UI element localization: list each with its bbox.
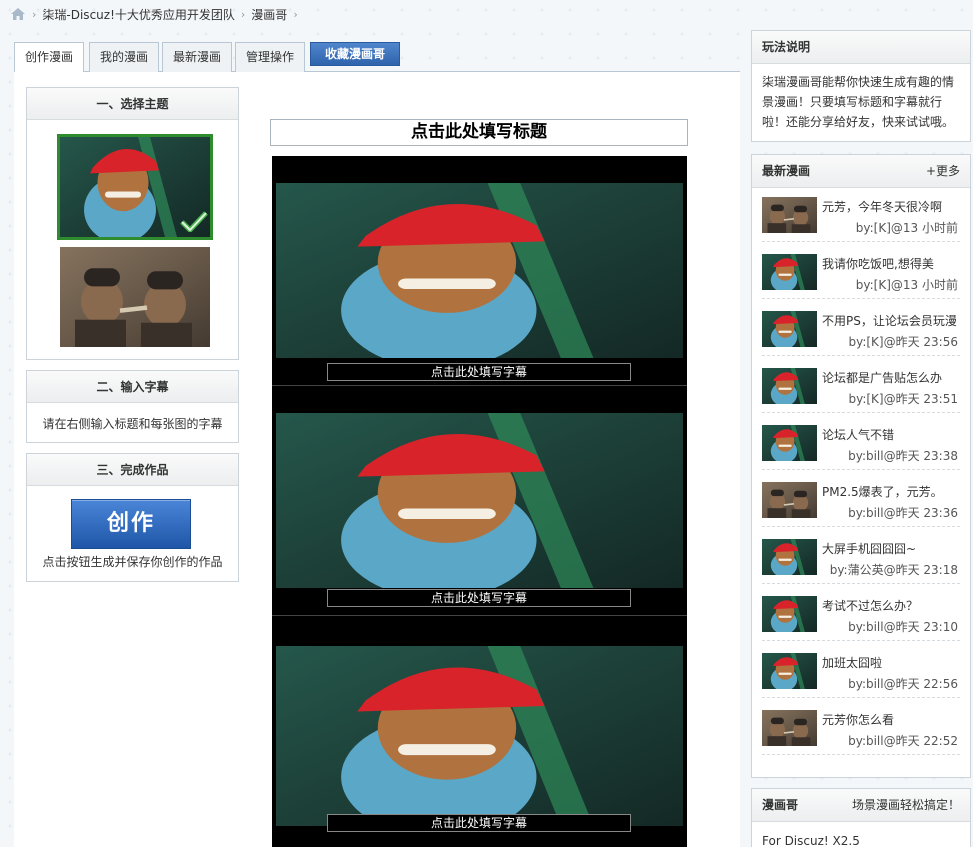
comic-thumbnail[interactable] xyxy=(762,425,817,461)
comic-title-link[interactable]: 元芳，今年冬天很冷啊 xyxy=(822,198,942,215)
tab-bar: 创作漫画 我的漫画 最新漫画 管理操作 收藏漫画哥 xyxy=(14,40,740,73)
list-item[interactable]: 元芳，今年冬天很冷啊 by:[K]@13 小时前 xyxy=(762,192,960,242)
favorite-button[interactable]: 收藏漫画哥 xyxy=(310,42,401,66)
comic-meta: by:[K]@13 小时前 xyxy=(855,278,958,292)
breadcrumb-link-team[interactable]: 柒瑞-Discuz!十大优秀应用开发团队 xyxy=(42,6,234,23)
comic-meta: by:[K]@13 小时前 xyxy=(855,221,958,235)
chevron-right-icon: › xyxy=(240,7,246,21)
about-panel: 漫画哥 场景漫画轻松搞定！ For Discuz! X2.5 xyxy=(751,788,971,847)
panel-title-text: 最新漫画 xyxy=(762,164,811,178)
comic-image xyxy=(276,183,683,358)
subtitle-input-2[interactable]: 点击此处填写字幕 xyxy=(327,589,631,607)
content-panel: 一、选择主题 二、输入字幕 请在右侧输入标题和每张图的字幕 三、完成作品 创作 … xyxy=(14,72,740,847)
home-icon[interactable] xyxy=(10,7,26,21)
list-item[interactable]: 考试不过怎么办？ by:bill@昨天 23:10 xyxy=(762,591,960,641)
step-title: 三、完成作品 xyxy=(27,454,238,486)
comic-meta: by:bill@昨天 23:10 xyxy=(848,620,958,634)
comic-meta: by:bill@昨天 23:38 xyxy=(848,449,958,463)
list-item[interactable]: 元芳你怎么看 by:bill@昨天 22:52 xyxy=(762,705,960,755)
comic-title-link[interactable]: 我请你吃饭吧,想得美 xyxy=(822,255,934,272)
comic-title-link[interactable]: 加班太囧啦 xyxy=(822,654,882,671)
panel-title: 漫画哥 场景漫画轻松搞定！ xyxy=(752,789,970,822)
comic-thumbnail[interactable] xyxy=(762,197,817,233)
comic-thumbnail[interactable] xyxy=(762,653,817,689)
comic-title-link[interactable]: 大屏手机囧囧囧~ xyxy=(822,540,916,557)
comic-image xyxy=(276,646,683,826)
comic-thumbnail[interactable] xyxy=(762,368,817,404)
step-title: 一、选择主题 xyxy=(27,88,238,120)
comic-frame-3: 点击此处填写字幕 xyxy=(272,616,687,847)
list-item[interactable]: 论坛都是广告贴怎么办 by:[K]@昨天 23:51 xyxy=(762,363,960,413)
panel-title-text: 漫画哥 xyxy=(762,798,799,812)
step-finish: 三、完成作品 创作 点击按钮生成并保存你创作的作品 xyxy=(26,453,239,582)
theme-image xyxy=(60,247,210,347)
rules-text: 柒瑞漫画哥能帮你快速生成有趣的情景漫画！只要填写标题和字幕就行啦！还能分享给好友… xyxy=(762,75,955,129)
comic-meta: by:bill@昨天 23:36 xyxy=(848,506,958,520)
step-title: 二、输入字幕 xyxy=(27,371,238,403)
breadcrumb-link-app[interactable]: 漫画哥 xyxy=(251,6,287,23)
comic-title-link[interactable]: 元芳你怎么看 xyxy=(822,711,894,728)
comic-thumbnail[interactable] xyxy=(762,710,817,746)
list-item[interactable]: PM2.5爆表了，元芳。 by:bill@昨天 23:36 xyxy=(762,477,960,527)
comic-title-link[interactable]: 论坛都是广告贴怎么办 xyxy=(822,369,942,386)
subtitle-input-1[interactable]: 点击此处填写字幕 xyxy=(327,363,631,381)
list-item[interactable]: 大屏手机囧囧囧~ by:蒲公英@昨天 23:18 xyxy=(762,534,960,584)
comic-thumbnail[interactable] xyxy=(762,482,817,518)
comic-title-input[interactable]: 点击此处填写标题 xyxy=(270,119,688,146)
comic-frame-2: 点击此处填写字幕 xyxy=(272,386,687,616)
comic-thumbnail[interactable] xyxy=(762,311,817,347)
comic-frame-1: 点击此处填写字幕 xyxy=(272,156,687,386)
chevron-right-icon: › xyxy=(293,7,298,21)
tab-manage[interactable]: 管理操作 xyxy=(235,42,306,72)
tab-create-comic[interactable]: 创作漫画 xyxy=(14,42,85,73)
list-item[interactable]: 我请你吃饭吧,想得美 by:[K]@13 小时前 xyxy=(762,249,960,299)
comic-canvas: 点击此处填写字幕 点击此处填写字幕 点击此处填写字幕 xyxy=(272,156,687,847)
comic-thumbnail[interactable] xyxy=(762,254,817,290)
comic-meta: by:蒲公英@昨天 23:18 xyxy=(829,563,958,577)
breadcrumb: › 柒瑞-Discuz!十大优秀应用开发团队 › 漫画哥 › xyxy=(10,5,298,23)
about-text: For Discuz! X2.5 xyxy=(762,834,860,847)
more-link[interactable]: +更多 xyxy=(926,155,960,187)
panel-slogan: 场景漫画轻松搞定！ xyxy=(851,798,960,812)
comic-meta: by:[K]@昨天 23:56 xyxy=(848,335,958,349)
checkmark-icon xyxy=(180,210,208,235)
rules-panel: 玩法说明 柒瑞漫画哥能帮你快速生成有趣的情景漫画！只要填写标题和字幕就行啦！还能… xyxy=(751,30,971,142)
latest-comics-panel: 最新漫画 +更多 元芳，今年冬天很冷啊 by:[K]@13 小时前 我请你吃饭吧,想… xyxy=(751,154,971,778)
comic-meta: by:[K]@昨天 23:51 xyxy=(848,392,958,406)
step-hint: 请在右侧输入标题和每张图的字幕 xyxy=(42,417,223,431)
panel-title: 最新漫画 +更多 xyxy=(752,155,970,188)
comic-title-link[interactable]: 不用PS，让论坛会员玩漫 xyxy=(822,312,957,329)
step-hint: 点击按钮生成并保存你创作的作品 xyxy=(42,555,223,569)
create-button[interactable]: 创作 xyxy=(71,499,191,549)
panel-title-text: 玩法说明 xyxy=(762,40,811,54)
panel-title: 玩法说明 xyxy=(752,31,970,64)
comic-thumbnail[interactable] xyxy=(762,539,817,575)
step-select-theme: 一、选择主题 xyxy=(26,87,239,360)
comic-title-link[interactable]: PM2.5爆表了，元芳。 xyxy=(822,483,943,500)
step-input-caption: 二、输入字幕 请在右侧输入标题和每张图的字幕 xyxy=(26,370,239,443)
theme-option-1[interactable] xyxy=(57,134,213,240)
main-area: 创作漫画 我的漫画 最新漫画 管理操作 收藏漫画哥 一、选择主题 二、输入字幕 … xyxy=(14,40,740,847)
theme-option-2[interactable] xyxy=(60,247,210,347)
list-item[interactable]: 不用PS，让论坛会员玩漫 by:[K]@昨天 23:56 xyxy=(762,306,960,356)
tab-my-comics[interactable]: 我的漫画 xyxy=(89,42,160,72)
list-item[interactable]: 加班太囧啦 by:bill@昨天 22:56 xyxy=(762,648,960,698)
tab-latest-comics[interactable]: 最新漫画 xyxy=(162,42,233,72)
chevron-right-icon: › xyxy=(32,7,37,21)
comic-thumbnail[interactable] xyxy=(762,596,817,632)
comic-meta: by:bill@昨天 22:56 xyxy=(848,677,958,691)
comic-title-link[interactable]: 考试不过怎么办？ xyxy=(822,597,918,614)
subtitle-input-3[interactable]: 点击此处填写字幕 xyxy=(327,814,631,832)
comic-title-link[interactable]: 论坛人气不错 xyxy=(822,426,894,443)
comic-meta: by:bill@昨天 22:52 xyxy=(848,734,958,748)
comic-image xyxy=(276,413,683,588)
list-item[interactable]: 论坛人气不错 by:bill@昨天 23:38 xyxy=(762,420,960,470)
